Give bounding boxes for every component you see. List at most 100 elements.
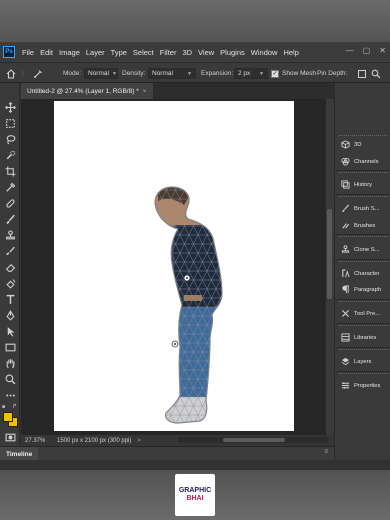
move-tool-icon[interactable] [3,101,17,114]
document-tab[interactable]: Untitled-2 @ 27.4% (Layer 1, RGB/8) * × [21,83,153,99]
menu-filter[interactable]: Filter [157,48,180,57]
panel-brush-settings[interactable]: Brush S... [335,202,390,215]
menu-edit[interactable]: Edit [37,48,56,57]
mode-dropdown[interactable]: Normal ▼ [84,68,118,79]
more-tools-icon[interactable] [3,389,17,402]
home-icon[interactable] [6,63,16,84]
expansion-input[interactable]: 2 px ▼ [234,68,268,79]
type-tool-icon[interactable] [3,293,17,306]
zoom-tool-icon[interactable] [3,373,17,386]
show-mesh-toggle[interactable]: ✓ Show Mesh [271,63,316,84]
mode-value: Normal [88,70,109,77]
panel-group-grip[interactable] [339,373,387,377]
menu-bar: Ps File Edit Image Layer Type Select Fil… [0,42,390,62]
clone-stamp-tool-icon[interactable] [3,229,17,242]
maximize-icon[interactable]: ▢ [363,46,371,55]
brush-tool-icon[interactable] [3,213,17,226]
close-tab-icon[interactable]: × [143,88,147,95]
timeline-panel: Timeline ≡ [0,446,334,461]
minimize-icon[interactable]: — [346,46,354,55]
search-icon[interactable] [371,63,381,84]
pen-tool-icon[interactable] [3,309,17,322]
swap-colors-icon[interactable]: ↱ [12,403,17,410]
quick-mask-icon[interactable] [3,431,17,444]
panel-3d[interactable]: 3D [335,138,390,151]
panel-group-grip[interactable] [339,349,387,353]
quick-selection-tool-icon[interactable] [3,149,17,162]
libraries-icon [339,333,351,343]
zoom-level[interactable]: 27.37% [21,438,53,444]
default-colors-icon[interactable]: ■ [2,404,5,410]
menu-window[interactable]: Window [248,48,281,57]
eraser-tool-icon[interactable] [3,261,17,274]
expansion-label: Expansion: [201,70,234,77]
lasso-tool-icon[interactable] [3,133,17,146]
rectangle-tool-icon[interactable] [3,341,17,354]
path-selection-tool-icon[interactable] [3,325,17,338]
menu-plugins[interactable]: Plugins [217,48,248,57]
panel-layers[interactable]: Layers [335,355,390,368]
menu-help[interactable]: Help [280,48,301,57]
panel-label: Tool Pre... [354,310,381,317]
marquee-tool-icon[interactable] [3,117,17,130]
properties-icon [339,381,351,391]
timeline-tab[interactable]: Timeline [0,447,39,461]
eyedropper-tool-icon[interactable] [3,181,17,194]
panel-dock: 3D Channels History Brush S... Brushes C… [334,83,390,460]
foreground-color-swatch[interactable] [3,412,13,422]
panel-history[interactable]: History [335,178,390,191]
clone-source-icon [339,245,351,255]
document-canvas[interactable] [54,101,294,431]
panel-character[interactable]: Character [335,267,390,280]
close-window-icon[interactable]: ✕ [379,46,386,55]
options-bar: | Mode: Normal ▼ Density: Normal ▼ Expansi… [0,62,390,83]
menu-type[interactable]: Type [108,48,130,57]
panel-group-grip[interactable] [339,261,387,265]
panel-menu-icon[interactable]: ≡ [324,449,328,455]
panel-group-grip[interactable] [339,172,387,176]
logo-text-graphic: GRAPHIC [178,487,212,494]
history-brush-tool-icon[interactable] [3,245,17,258]
panel-group-grip[interactable] [339,301,387,305]
horizontal-scrollbar[interactable] [178,437,328,443]
panel-channels[interactable]: Channels [335,155,390,168]
top-letterbox [0,0,390,42]
panel-libraries[interactable]: Libraries [335,331,390,344]
options-divider: | [22,70,24,77]
document-tab-title: Untitled-2 @ 27.4% (Layer 1, RGB/8) * [27,87,139,95]
hand-tool-icon[interactable] [3,357,17,370]
healing-brush-tool-icon[interactable] [3,197,17,210]
density-dropdown[interactable]: Normal ▼ [148,68,196,79]
panel-properties[interactable]: Properties [335,379,390,392]
pin-forward-icon[interactable] [357,63,367,84]
menu-layer[interactable]: Layer [83,48,108,57]
horizontal-scroll-thumb[interactable] [223,438,285,442]
gradient-tool-icon[interactable] [3,277,17,290]
menu-view[interactable]: View [195,48,217,57]
layers-icon [339,357,351,367]
panel-label: 3D [354,141,362,148]
photoshop-logo-icon: Ps [3,46,15,58]
vertical-scroll-thumb[interactable] [327,209,332,299]
menu-3d[interactable]: 3D [179,48,195,57]
panel-group-grip[interactable] [339,196,387,200]
chevron-right-icon[interactable]: > [137,438,141,444]
status-bar: 27.37% 1500 px x 2100 px (300 ppi) > [21,435,334,446]
menu-image[interactable]: Image [56,48,83,57]
panel-brushes[interactable]: Brushes [335,219,390,232]
menu-file[interactable]: File [19,48,37,57]
panel-tool-presets[interactable]: Tool Pre... [335,307,390,320]
density-value: Normal [152,70,173,77]
show-mesh-label: Show Mesh [282,70,316,77]
panel-group-grip[interactable] [339,325,387,329]
menu-select[interactable]: Select [130,48,157,57]
logo-text-bhai: BHAI [186,495,204,502]
panel-paragraph[interactable]: Paragraph [335,283,390,296]
puppet-warp-tool-icon[interactable] [33,63,43,84]
show-mesh-checkbox[interactable]: ✓ [271,69,279,78]
panel-group-grip[interactable] [339,236,387,240]
panel-clone-source[interactable]: Clone S... [335,243,390,256]
crop-tool-icon[interactable] [3,165,17,178]
panel-label: Libraries [354,334,377,341]
vertical-scrollbar[interactable] [326,99,334,435]
